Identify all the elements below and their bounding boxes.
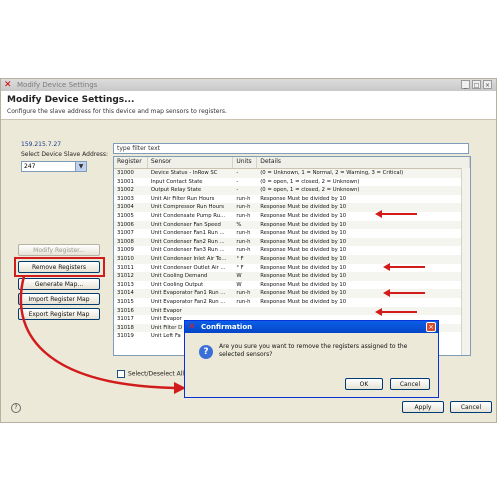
dialog-cancel-button[interactable]: Cancel (390, 378, 430, 390)
app-x-icon: ✕ (188, 322, 196, 332)
dialog-title-bar: ✕ Confirmation × (185, 321, 438, 333)
dialog-ok-button[interactable]: OK (345, 378, 383, 390)
annotation-curve-arrow (19, 275, 186, 394)
dialog-title: Confirmation (201, 323, 253, 331)
confirmation-dialog: ✕ Confirmation × ? Are you sure you want… (184, 320, 439, 398)
dialog-message: Are you sure you want to remove the regi… (219, 343, 408, 358)
question-icon: ? (199, 345, 213, 359)
dialog-close-button[interactable]: × (426, 322, 436, 332)
